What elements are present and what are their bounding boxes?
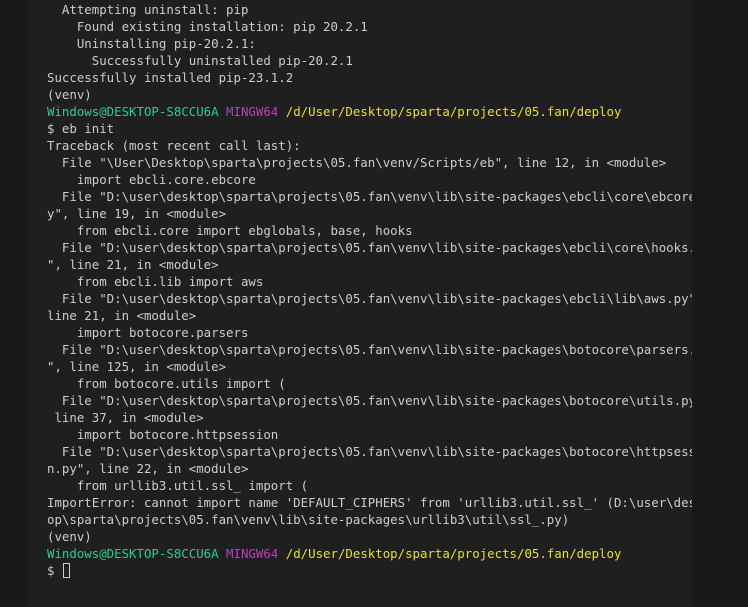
output-text: line 37, in <module> — [47, 410, 204, 425]
terminal-line: Attempting uninstall: pip — [47, 1, 687, 18]
output-text: $ — [47, 563, 62, 578]
output-text: Successfully uninstalled pip-20.2.1 — [47, 53, 353, 68]
terminal-line: ", line 21, in <module> — [47, 256, 687, 273]
output-text: from ebcli.lib import aws — [47, 274, 264, 289]
output-text: import ebcli.core.ebcore — [47, 172, 256, 187]
output-text: File "D:\user\desktop\sparta\projects\05… — [47, 189, 692, 204]
terminal-line: Windows@DESKTOP-S8CCU6A MINGW64 /d/User/… — [47, 545, 687, 562]
output-text: op\sparta\projects\05.fan\venv\lib\site-… — [47, 512, 570, 527]
terminal-line: $ — [47, 562, 687, 579]
window-frame: Attempting uninstall: pip Found existing… — [0, 0, 748, 607]
terminal-line: line 21, in <module> — [47, 307, 687, 324]
terminal-line: import ebcli.core.ebcore — [47, 171, 687, 188]
terminal-line: Uninstalling pip-20.2.1: — [47, 35, 687, 52]
terminal-line: y", line 19, in <module> — [47, 205, 687, 222]
terminal-line: File "D:\user\desktop\sparta\projects\05… — [47, 239, 692, 256]
output-text: $ eb init — [47, 121, 115, 136]
terminal-line: import botocore.parsers — [47, 324, 687, 341]
output-text: y", line 19, in <module> — [47, 206, 227, 221]
output-text: (venv) — [47, 529, 92, 544]
prompt-shell-name: MINGW64 — [226, 546, 279, 561]
prompt-user-host: Windows@DESKTOP-S8CCU6A — [47, 104, 219, 119]
terminal-line: from botocore.utils import ( — [47, 375, 687, 392]
prompt-shell-name: MINGW64 — [226, 104, 279, 119]
output-text: File "D:\user\desktop\sparta\projects\05… — [47, 444, 692, 459]
output-text: File "D:\user\desktop\sparta\projects\05… — [47, 291, 692, 306]
output-text: from ebcli.core import ebglobals, base, … — [47, 223, 413, 238]
terminal-panel[interactable]: Attempting uninstall: pip Found existing… — [28, 0, 692, 607]
output-text: line 21, in <module> — [47, 308, 197, 323]
output-text: File "\User\Desktop\sparta\projects\05.f… — [47, 155, 667, 170]
terminal-line: Successfully uninstalled pip-20.2.1 — [47, 52, 687, 69]
terminal-output[interactable]: Attempting uninstall: pip Found existing… — [47, 1, 692, 579]
terminal-line: $ eb init — [47, 120, 687, 137]
terminal-line: n.py", line 22, in <module> — [47, 460, 687, 477]
prompt-user-host: Windows@DESKTOP-S8CCU6A — [47, 546, 219, 561]
output-text: Uninstalling pip-20.2.1: — [47, 36, 256, 51]
output-text: n.py", line 22, in <module> — [47, 461, 249, 476]
output-text: (venv) — [47, 87, 92, 102]
output-text: Successfully installed pip-23.1.2 — [47, 70, 294, 85]
output-text: from urllib3.util.ssl_ import ( — [47, 478, 309, 493]
output-text: ", line 125, in <module> — [47, 359, 227, 374]
terminal-line: import botocore.httpsession — [47, 426, 687, 443]
terminal-line: Found existing installation: pip 20.2.1 — [47, 18, 687, 35]
terminal-line: File "D:\user\desktop\sparta\projects\05… — [47, 290, 692, 307]
terminal-line: line 37, in <module> — [47, 409, 687, 426]
terminal-cursor — [62, 563, 70, 578]
terminal-line: ImportError: cannot import name 'DEFAULT… — [47, 494, 692, 511]
terminal-line: File "D:\user\desktop\sparta\projects\05… — [47, 392, 692, 409]
output-text: Attempting uninstall: pip — [47, 2, 249, 17]
terminal-line: (venv) — [47, 86, 687, 103]
terminal-line: File "D:\user\desktop\sparta\projects\05… — [47, 443, 692, 460]
terminal-line: op\sparta\projects\05.fan\venv\lib\site-… — [47, 511, 687, 528]
terminal-line: Traceback (most recent call last): — [47, 137, 687, 154]
terminal-line: from ebcli.core import ebglobals, base, … — [47, 222, 687, 239]
prompt-path: /d/User/Desktop/sparta/projects/05.fan/d… — [285, 104, 622, 119]
terminal-line: Successfully installed pip-23.1.2 — [47, 69, 687, 86]
output-text: File "D:\user\desktop\sparta\projects\05… — [47, 393, 692, 408]
output-text: File "D:\user\desktop\sparta\projects\05… — [47, 240, 692, 255]
output-text: import botocore.httpsession — [47, 427, 279, 442]
terminal-line: File "\User\Desktop\sparta\projects\05.f… — [47, 154, 687, 171]
terminal-line: File "D:\user\desktop\sparta\projects\05… — [47, 188, 692, 205]
terminal-line: ", line 125, in <module> — [47, 358, 687, 375]
output-text: ImportError: cannot import name 'DEFAULT… — [47, 495, 692, 510]
terminal-line: File "D:\user\desktop\sparta\projects\05… — [47, 341, 692, 358]
terminal-line: Windows@DESKTOP-S8CCU6A MINGW64 /d/User/… — [47, 103, 687, 120]
terminal-line: from urllib3.util.ssl_ import ( — [47, 477, 687, 494]
output-text: Traceback (most recent call last): — [47, 138, 301, 153]
terminal-line: from ebcli.lib import aws — [47, 273, 687, 290]
terminal-line: (venv) — [47, 528, 687, 545]
output-text: File "D:\user\desktop\sparta\projects\05… — [47, 342, 692, 357]
output-text: ", line 21, in <module> — [47, 257, 219, 272]
prompt-path: /d/User/Desktop/sparta/projects/05.fan/d… — [285, 546, 622, 561]
output-text: import botocore.parsers — [47, 325, 249, 340]
output-text: from botocore.utils import ( — [47, 376, 286, 391]
output-text: Found existing installation: pip 20.2.1 — [47, 19, 368, 34]
